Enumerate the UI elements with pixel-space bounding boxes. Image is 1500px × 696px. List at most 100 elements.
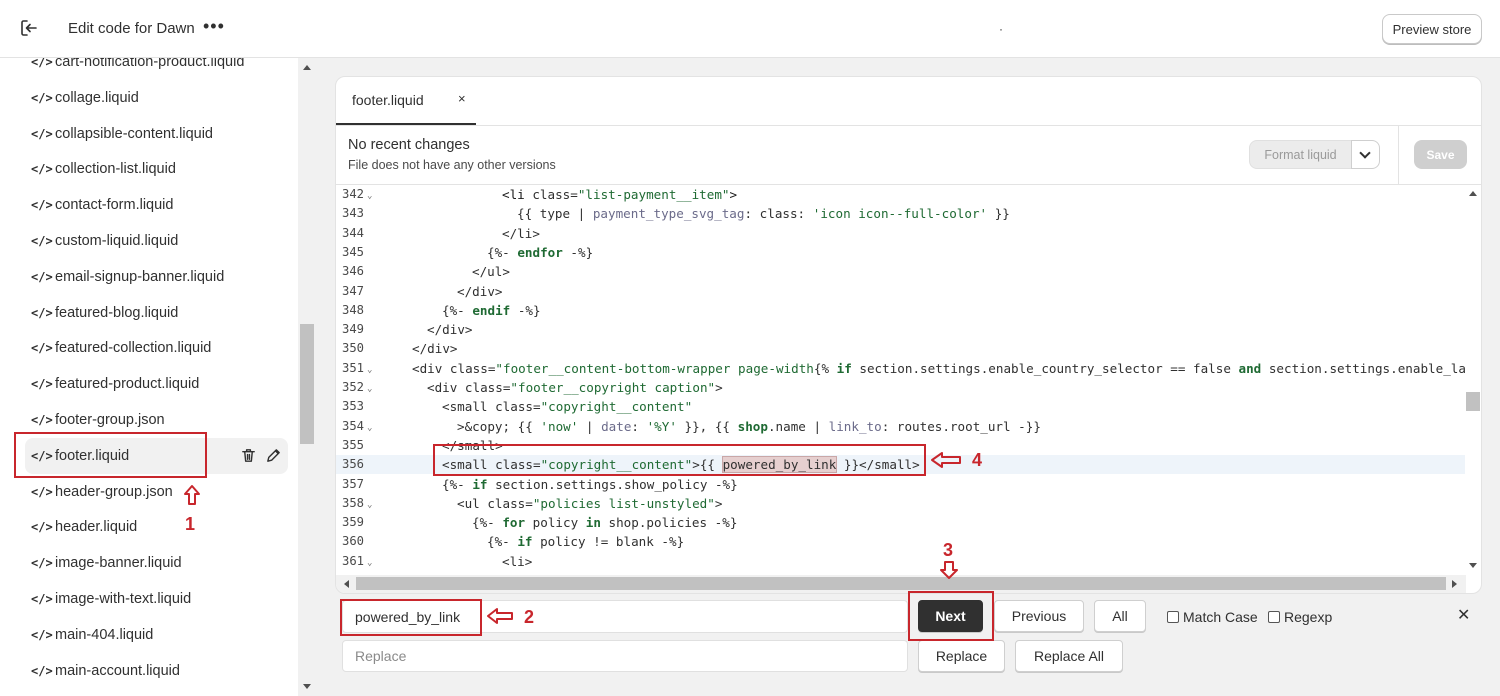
- file-item[interactable]: </> collapsible-content.liquid: [25, 116, 288, 152]
- checkbox-box[interactable]: [1167, 611, 1179, 623]
- divider: [336, 125, 1481, 126]
- replace-all-button[interactable]: Replace All: [1015, 640, 1123, 672]
- line-number: 345: [341, 244, 364, 259]
- annotation-arrow-left-icon: [487, 608, 513, 624]
- file-name: main-account.liquid: [55, 662, 180, 679]
- file-item[interactable]: </> image-with-text.liquid: [25, 581, 288, 617]
- file-item[interactable]: </> contact-form.liquid: [25, 187, 288, 223]
- file-item[interactable]: </> featured-product.liquid: [25, 366, 288, 402]
- annotation-box-3: [908, 591, 994, 641]
- pencil-icon[interactable]: [265, 447, 282, 464]
- code-line: 348 {%- endif -%}: [336, 301, 1466, 320]
- file-item[interactable]: </> collage.liquid: [25, 80, 288, 116]
- file-item[interactable]: </> image-banner.liquid: [25, 545, 288, 581]
- code-horizontal-scrollbar[interactable]: [336, 575, 1466, 593]
- line-number: 355: [341, 437, 364, 452]
- regexp-checkbox[interactable]: Regexp: [1268, 609, 1332, 625]
- close-search-icon[interactable]: ✕: [1457, 605, 1470, 625]
- previous-button[interactable]: Previous: [994, 600, 1084, 632]
- line-number: 347: [341, 283, 364, 298]
- match-case-checkbox[interactable]: Match Case: [1167, 609, 1258, 625]
- replace-button[interactable]: Replace: [918, 640, 1005, 672]
- replace-input[interactable]: [342, 640, 908, 672]
- code-file-icon: </>: [31, 58, 53, 69]
- code-line: 353 <small class="copyright__content": [336, 397, 1466, 416]
- line-number: 353: [341, 399, 364, 414]
- changes-title: No recent changes: [348, 137, 470, 153]
- code-scroll-thumb[interactable]: [1466, 392, 1480, 411]
- code-file-icon: </>: [31, 413, 53, 427]
- line-number: 350: [341, 341, 364, 356]
- code-vertical-scrollbar[interactable]: [1465, 185, 1481, 575]
- file-name: image-banner.liquid: [55, 555, 182, 572]
- file-actions: [240, 447, 282, 464]
- file-name: featured-product.liquid: [55, 376, 200, 393]
- exit-icon[interactable]: [20, 19, 38, 37]
- format-options-toggle[interactable]: [1351, 140, 1380, 169]
- file-item[interactable]: </> header-group.json: [25, 474, 288, 510]
- file-item[interactable]: </> collection-list.liquid: [25, 151, 288, 187]
- file-item[interactable]: </> custom-liquid.liquid: [25, 223, 288, 259]
- line-number: 343: [341, 206, 364, 221]
- scroll-up-arrow-icon[interactable]: [303, 65, 311, 70]
- scroll-left-arrow-icon[interactable]: [344, 580, 349, 588]
- code-file-icon: </>: [31, 305, 53, 320]
- code-file-icon: </>: [31, 520, 53, 535]
- line-number: 351: [341, 360, 364, 375]
- scroll-down-arrow-icon[interactable]: [1469, 563, 1477, 568]
- line-number: 348: [341, 302, 364, 317]
- scroll-right-arrow-icon[interactable]: [1452, 580, 1457, 588]
- line-number: 357: [341, 476, 364, 491]
- close-tab-icon[interactable]: ×: [458, 91, 466, 106]
- file-sidebar: </> cart-notification-product.liquid </> co…: [0, 58, 298, 696]
- save-button[interactable]: Save: [1414, 140, 1467, 169]
- checkbox-box[interactable]: [1268, 611, 1280, 623]
- file-name: main-404.liquid: [55, 626, 154, 643]
- code-line: 351 ⌄ <div class="footer__content-bottom-w…: [336, 359, 1466, 378]
- divider: [1398, 125, 1399, 184]
- preview-store-button[interactable]: Preview store: [1382, 14, 1482, 44]
- code-line: 361 ⌄ <li>: [336, 552, 1466, 571]
- more-actions-icon[interactable]: •••: [203, 16, 225, 36]
- sidebar-scroll-thumb[interactable]: [300, 324, 314, 444]
- code-file-icon: </>: [31, 269, 53, 284]
- line-number: 352: [341, 380, 364, 394]
- code-file-icon: </>: [31, 592, 53, 606]
- scroll-down-arrow-icon[interactable]: [303, 684, 311, 689]
- trash-icon[interactable]: [240, 447, 257, 464]
- code-editor[interactable]: 342 ⌄ <li class="list-payment__item"> 343{…: [336, 185, 1466, 575]
- file-item[interactable]: </> email-signup-banner.liquid: [25, 259, 288, 295]
- file-item[interactable]: </> header.liquid: [25, 509, 288, 545]
- code-file-icon: </>: [31, 663, 53, 678]
- file-item[interactable]: </> featured-blog.liquid: [25, 295, 288, 331]
- tab-footer-liquid[interactable]: footer.liquid ×: [336, 77, 476, 125]
- code-file-icon: </>: [31, 377, 53, 392]
- line-number: 354: [341, 418, 364, 433]
- annotation-number-2: 2: [524, 607, 535, 627]
- file-item[interactable]: </> main-account.liquid: [25, 653, 288, 689]
- code-file-icon: </>: [31, 90, 53, 105]
- changes-subtitle: File does not have any other versions: [348, 158, 556, 172]
- line-number: 346: [341, 264, 364, 279]
- file-name: contact-form.liquid: [55, 197, 174, 214]
- scroll-up-arrow-icon[interactable]: [1469, 191, 1477, 196]
- file-item[interactable]: </> main-404.liquid: [25, 617, 288, 653]
- code-file-icon: </>: [31, 484, 53, 499]
- code-line: 352 ⌄ <div class="footer__copyright captio…: [336, 378, 1466, 397]
- code-hscroll-thumb[interactable]: [356, 577, 1446, 590]
- annotation-number-1: 1: [185, 514, 196, 534]
- line-number: 344: [341, 225, 364, 240]
- annotation-box-1: [14, 432, 207, 478]
- file-item[interactable]: </> featured-collection.liquid: [25, 330, 288, 366]
- code-line: 358 ⌄ <ul class="policies list-unstyled">: [336, 494, 1466, 513]
- all-button[interactable]: All: [1094, 600, 1146, 632]
- file-name: custom-liquid.liquid: [55, 233, 179, 249]
- sidebar-scrollbar[interactable]: [298, 58, 316, 696]
- file-item[interactable]: </> cart-notification-product.liquid: [25, 58, 288, 80]
- annotation-number-4: 4: [972, 450, 983, 470]
- format-liquid-button[interactable]: Format liquid: [1249, 140, 1352, 169]
- file-name: featured-blog.liquid: [55, 304, 179, 321]
- line-number: 349: [341, 322, 364, 337]
- page-title: Edit code for Dawn: [68, 20, 195, 37]
- fold-toggle-icon[interactable]: ⌄: [367, 554, 372, 573]
